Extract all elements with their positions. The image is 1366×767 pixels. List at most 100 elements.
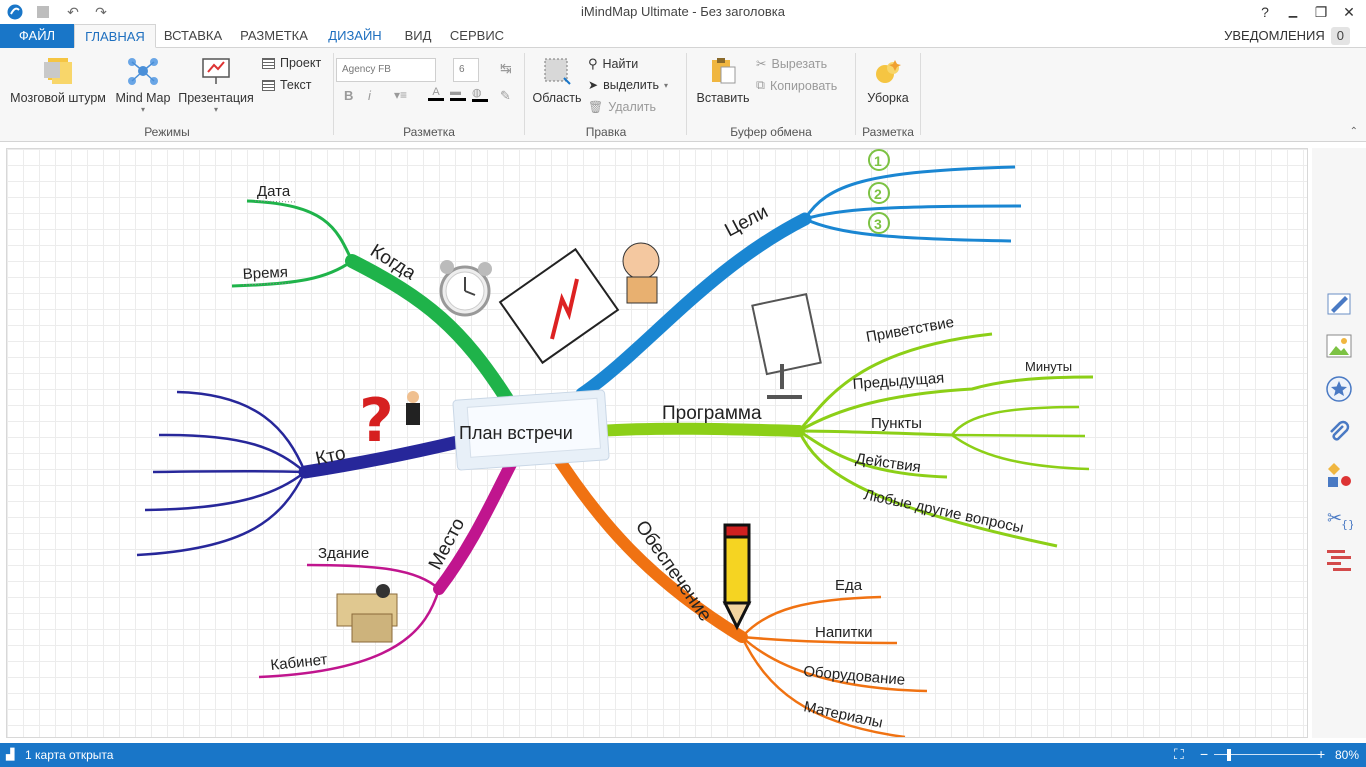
flipchart-icon <box>751 292 822 399</box>
svg-text:3: 3 <box>874 216 882 232</box>
svg-text:2: 2 <box>874 186 882 202</box>
cut-button[interactable]: ✂ Вырезать <box>756 56 827 72</box>
topic-minutes[interactable]: Минуты <box>1025 359 1072 374</box>
zoom-out-button[interactable]: − <box>1200 746 1208 762</box>
shapes-icon[interactable] <box>1325 461 1353 489</box>
svg-text:{}: {} <box>1341 518 1353 531</box>
italic-button[interactable]: i <box>368 88 371 103</box>
group-divider <box>524 53 525 135</box>
cursor-icon: ➤ <box>588 78 599 92</box>
tab-layout[interactable]: РАЗМЕТКА <box>234 24 314 48</box>
format-painter-icon[interactable]: ✎ <box>500 88 511 104</box>
scissors-icon[interactable]: ✂{} <box>1325 504 1355 532</box>
branch-program[interactable]: Программа Приветствие Предыдущая Минуты … <box>593 314 1094 548</box>
tab-view[interactable]: ВИД <box>396 24 440 48</box>
font-size-input[interactable]: 6 <box>453 58 479 82</box>
font-color-icon[interactable]: A <box>428 86 444 101</box>
tidy-button[interactable]: Уборка <box>860 56 916 105</box>
help-button[interactable]: ? <box>1251 2 1279 22</box>
restore-button[interactable]: ❐ <box>1307 2 1335 22</box>
zoom-slider-thumb[interactable] <box>1227 749 1231 761</box>
chevron-down-icon: ▾ <box>213 105 218 114</box>
bold-button[interactable]: B <box>344 88 353 103</box>
mind-map-canvas[interactable]: Когда Дата Время Цели 1 2 3 Программа Пр… <box>6 148 1308 738</box>
mind-map: Когда Дата Время Цели 1 2 3 Программа Пр… <box>136 149 1094 737</box>
select-label: выделить <box>603 78 660 92</box>
paperclip-icon[interactable] <box>1325 418 1353 446</box>
clipboard-icon <box>712 58 736 84</box>
text-case-icon[interactable]: ↹ <box>500 60 512 77</box>
topic-food[interactable]: Еда <box>835 577 863 594</box>
topic-drinks[interactable]: Напитки <box>815 624 873 641</box>
edit-group-label: Правка <box>585 125 627 139</box>
tab-home[interactable]: ГЛАВНАЯ <box>74 24 156 48</box>
topic-items[interactable]: Пункты <box>871 415 922 432</box>
cleanup-group-label: Разметка <box>862 125 914 139</box>
project-label: Проект <box>280 56 322 70</box>
fill-color-icon[interactable]: ◍ <box>472 86 488 102</box>
priority-3-icon: 3 <box>868 212 890 234</box>
presentation-button[interactable]: Презентация ▾ <box>176 56 256 114</box>
topic-date[interactable]: Дата <box>257 183 291 200</box>
text-button[interactable]: Текст <box>262 78 311 92</box>
align-icon[interactable]: ▾≡ <box>394 88 407 102</box>
close-button[interactable]: ✕ <box>1335 2 1363 22</box>
svg-text:✂: ✂ <box>1327 508 1342 529</box>
area-button[interactable]: Область <box>530 56 584 105</box>
clipboard-group-label: Буфер обмена <box>730 125 812 139</box>
delete-label: Удалить <box>608 100 656 114</box>
delete-button[interactable]: 🗑 Удалить <box>588 100 656 114</box>
copy-label: Копировать <box>769 78 838 93</box>
pencil-icon[interactable] <box>1325 290 1353 318</box>
format-group-label: Разметка <box>403 125 455 139</box>
minimize-button[interactable]: ▁ <box>1279 2 1307 22</box>
tidy-label: Уборка <box>867 91 909 105</box>
star-icon[interactable] <box>1325 375 1353 403</box>
paste-label: Вставить <box>696 91 750 105</box>
topic-building[interactable]: Здание <box>318 545 369 562</box>
brainstorm-icon <box>44 58 72 84</box>
zoom-in-button[interactable]: + <box>1317 746 1325 762</box>
central-topic[interactable]: План встречи <box>452 389 610 471</box>
group-divider <box>333 53 334 135</box>
alarm-clock-icon <box>439 260 492 317</box>
group-divider <box>920 53 921 135</box>
ribbon: Мозговой штурм Mind Map ▾ Презентация ▾ … <box>0 48 1366 142</box>
collapse-ribbon-icon[interactable]: ⌃ <box>1350 126 1358 137</box>
topic-materials[interactable]: Материалы <box>802 698 884 731</box>
line-color-icon[interactable]: ▬ <box>450 86 466 101</box>
notifications-label: УВЕДОМЛЕНИЯ <box>1224 28 1325 43</box>
tab-design[interactable]: ДИЗАЙН <box>320 24 390 48</box>
presentation-icon <box>202 58 230 84</box>
image-icon[interactable] <box>1325 332 1353 360</box>
gantt-icon[interactable] <box>1325 546 1353 574</box>
paste-button[interactable]: Вставить <box>692 56 754 105</box>
mindmap-button[interactable]: Mind Map ▾ <box>114 56 172 114</box>
brainstorm-button[interactable]: Мозговой штурм <box>6 56 110 105</box>
status-text: 1 карта открыта <box>25 748 114 762</box>
pencil-drawing-icon <box>722 523 752 631</box>
tab-file[interactable]: ФАЙЛ <box>0 24 74 48</box>
branch-label-program[interactable]: Программа <box>662 403 762 424</box>
mindmap-label: Mind Map <box>115 91 171 105</box>
select-button[interactable]: ➤ выделить ▾ <box>588 78 668 92</box>
question-person-icon: ? <box>359 386 420 456</box>
project-button[interactable]: Проект <box>262 56 321 70</box>
topic-time[interactable]: Время <box>242 264 288 283</box>
notifications[interactable]: УВЕДОМЛЕНИЯ 0 <box>1224 24 1350 48</box>
topic-previous[interactable]: Предыдущая <box>852 370 945 393</box>
font-family-select[interactable]: Agency FB <box>336 58 436 82</box>
window-title: iMindMap Ultimate - Без заголовка <box>581 4 785 19</box>
tab-service[interactable]: СЕРВИС <box>446 24 508 48</box>
topic-other-questions[interactable]: Любые другие вопросы <box>862 486 1025 537</box>
svg-text:1: 1 <box>874 153 882 169</box>
fit-to-screen-icon[interactable]: ⛶ <box>1174 746 1184 763</box>
presentation-label: Презентация <box>178 91 254 105</box>
copy-button[interactable]: ⧉ Копировать <box>756 78 837 93</box>
find-button[interactable]: ⚲ Найти <box>588 56 638 72</box>
central-topic-label[interactable]: План встречи <box>459 423 573 443</box>
tab-insert[interactable]: ВСТАВКА <box>158 24 228 48</box>
priority-1-icon: 1 <box>868 149 890 171</box>
branch-label-supply[interactable]: Обеспечение <box>631 517 716 626</box>
group-divider <box>686 53 687 135</box>
